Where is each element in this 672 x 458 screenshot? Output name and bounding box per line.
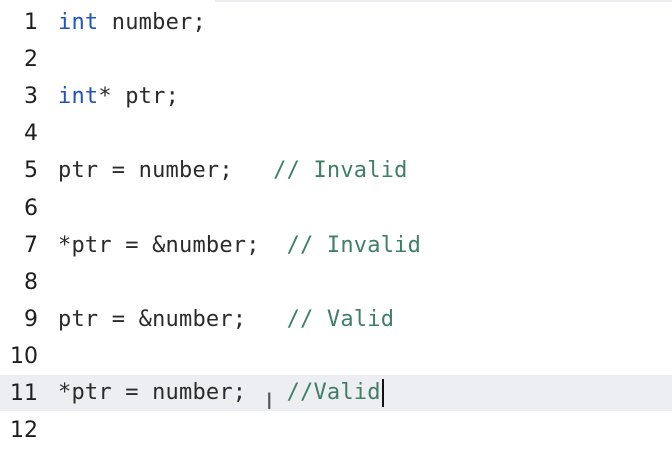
code-content[interactable]: ptr = &number; // Valid <box>48 307 394 332</box>
token-text: *ptr = number; <box>58 380 287 405</box>
token-keyword: int <box>58 9 99 35</box>
line-number: 11 <box>10 380 38 406</box>
token-text: *ptr = &number; <box>58 232 287 258</box>
editor-top-border <box>215 0 672 2</box>
token-comment: // Invalid <box>273 157 408 183</box>
line-number: 3 <box>24 83 38 109</box>
code-line-7[interactable]: 7 *ptr = &number; // Invalid <box>0 227 672 263</box>
code-line-9[interactable]: 9 ptr = &number; // Valid <box>0 301 672 337</box>
token-comment: //Valid <box>286 380 381 405</box>
line-number: 9 <box>24 306 38 332</box>
code-editor[interactable]: 1 int number; 2 3 int* ptr; 4 5 ptr = number; /… <box>0 0 672 458</box>
line-number: 12 <box>10 417 38 443</box>
text-caret <box>381 379 384 407</box>
code-content[interactable]: ptr = number; // Invalid <box>48 158 408 183</box>
code-line-5[interactable]: 5 ptr = number; // Invalid <box>0 152 672 188</box>
line-number: 8 <box>24 269 38 295</box>
line-number: 5 <box>24 157 38 183</box>
line-number: 2 <box>24 46 38 72</box>
token-keyword: int <box>58 83 99 109</box>
line-number: 4 <box>24 120 38 146</box>
code-line-2[interactable]: 2 <box>0 41 672 77</box>
code-line-10[interactable]: 10 <box>0 338 672 374</box>
token-text: ptr = number; <box>58 157 274 183</box>
code-line-1[interactable]: 1 int number; <box>0 4 672 40</box>
code-line-4[interactable]: 4 <box>0 115 672 151</box>
line-number: 7 <box>24 232 38 258</box>
code-content[interactable]: int number; <box>48 10 206 35</box>
text-cursor-icon: I <box>266 390 273 415</box>
code-content[interactable]: *ptr = number; //Valid <box>48 379 384 407</box>
line-number: 10 <box>10 343 38 369</box>
token-text: * ptr; <box>98 83 180 109</box>
code-line-11[interactable]: 11 *ptr = number; //Valid <box>0 375 672 411</box>
code-line-6[interactable]: 6 <box>0 190 672 226</box>
line-number: 6 <box>24 195 38 221</box>
code-content[interactable]: *ptr = &number; // Invalid <box>48 233 421 258</box>
code-line-12[interactable]: 12 <box>0 412 672 448</box>
token-text: number; <box>98 9 206 35</box>
line-number: 1 <box>24 9 38 35</box>
token-text: ptr = &number; <box>58 306 287 332</box>
code-content[interactable]: int* ptr; <box>48 84 179 109</box>
token-comment: // Valid <box>286 306 395 332</box>
code-line-8[interactable]: 8 <box>0 264 672 300</box>
code-line-3[interactable]: 3 int* ptr; <box>0 78 672 114</box>
token-comment: // Invalid <box>286 232 422 258</box>
